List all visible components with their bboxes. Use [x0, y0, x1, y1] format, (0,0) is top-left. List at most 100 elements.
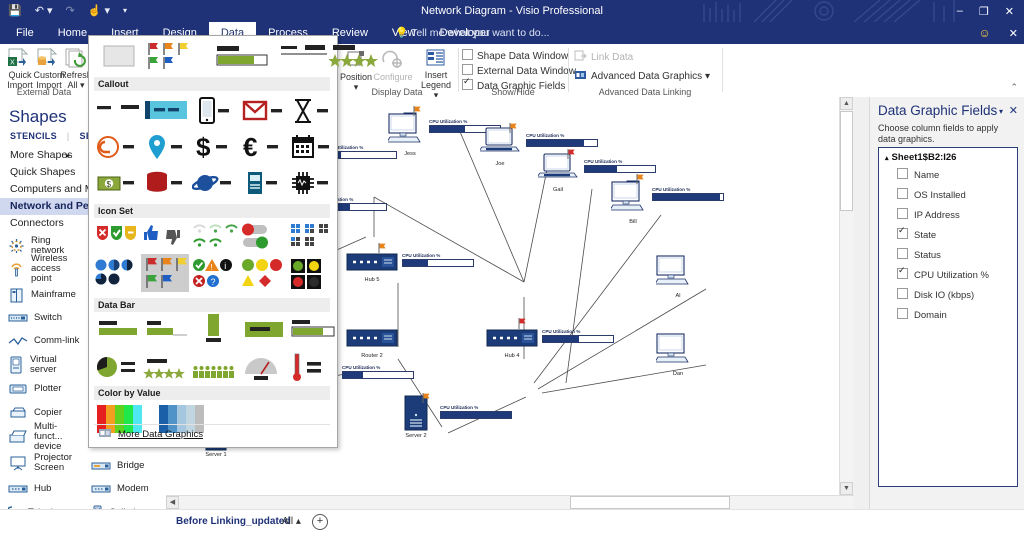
node-gail[interactable]: Gail CPU Utilization % — [538, 153, 584, 188]
gallery-item-callout-internet[interactable] — [192, 168, 236, 200]
gallery-item-icon-set-thumbs[interactable] — [143, 222, 187, 254]
gallery-item-icon-set-check-warning[interactable]: ! i ? — [192, 258, 236, 290]
shape-projector-screen[interactable]: Projector Screen — [0, 451, 83, 475]
more-data-graphics-button[interactable]: More Data Graphics — [94, 427, 330, 443]
gallery-item-data-bar-thermometer[interactable] — [289, 352, 333, 384]
gallery-item-data-bar-gauge[interactable] — [241, 352, 285, 384]
field-ip-address[interactable]: IP Address — [897, 208, 960, 221]
gallery-item-icon-set-wifi[interactable] — [192, 222, 236, 254]
gallery-item-icon-set-harvey-balls[interactable] — [95, 258, 139, 290]
checkbox-box[interactable] — [897, 268, 908, 279]
gallery-item-callout-phone-ring[interactable] — [95, 132, 139, 164]
canvas-vertical-scrollbar[interactable]: ▲ ▼ — [839, 97, 854, 495]
link-data-button[interactable]: Link Data — [574, 50, 633, 63]
scroll-left-button[interactable]: ◀ — [166, 496, 179, 509]
gallery-item-data-bar-progress[interactable] — [213, 40, 257, 72]
shape-comm-link[interactable]: Comm-link — [0, 329, 83, 353]
advanced-data-graphics-button[interactable]: Advanced Data Graphics ▾ — [574, 69, 710, 82]
gallery-item-callout-banner[interactable] — [143, 96, 187, 128]
horizontal-scroll-thumb[interactable] — [570, 496, 730, 509]
close-button[interactable]: ✕ — [1005, 5, 1014, 18]
checkbox-box[interactable] — [897, 308, 908, 319]
gallery-item-callout-email[interactable] — [241, 96, 285, 128]
ribbon-right-controls[interactable]: ☺ ✕ — [979, 22, 1018, 44]
tell-me-search[interactable]: 💡Tell me what you want to do... — [395, 22, 549, 44]
checkbox-box[interactable] — [897, 228, 908, 239]
gallery-item-data-bar-line[interactable] — [143, 316, 187, 348]
gallery-item-data-bar-people[interactable] — [192, 352, 236, 384]
node-hub-5[interactable]: Hub 5 CPU Utilization % — [346, 251, 400, 276]
feedback-smiley-icon[interactable]: ☺ — [979, 26, 991, 40]
node-joe[interactable]: Joe CPU Utilization % — [480, 127, 526, 162]
node-dan[interactable]: Dan — [656, 331, 702, 370]
shape-virtual-server[interactable]: Virtual server — [0, 353, 83, 377]
checkbox-box[interactable] — [897, 248, 908, 259]
gallery-item-callout-database[interactable] — [143, 168, 187, 200]
shape-wireless-access-point[interactable]: Wireless access point — [0, 257, 83, 281]
shape-bridge[interactable]: Bridge — [83, 454, 166, 478]
shape-modem[interactable]: Modem — [83, 477, 166, 501]
gallery-item-callout-dollar[interactable]: $ — [192, 132, 236, 164]
field-domain[interactable]: Domain — [897, 308, 947, 321]
shape-plotter[interactable]: Plotter — [0, 377, 83, 401]
field-name[interactable]: Name — [897, 168, 939, 181]
gallery-item-callout-money[interactable]: $ — [95, 168, 139, 200]
gallery-item-icon-set-shields[interactable] — [95, 222, 139, 254]
pane-close-button[interactable]: ✕ — [1009, 104, 1018, 117]
gallery-item-data-bar-vertical[interactable] — [192, 312, 236, 344]
checkbox-box[interactable] — [897, 168, 908, 179]
node-hub-4[interactable]: Hub 4 CPU Utilization % — [486, 327, 540, 352]
expand-triangle-icon[interactable]: ▴ — [885, 155, 889, 162]
tab-file[interactable]: File — [4, 22, 46, 44]
gallery-item-callout-phone[interactable] — [192, 96, 236, 128]
stencils-tab[interactable]: STENCILS — [10, 131, 57, 141]
gallery-item-callout-cpu[interactable] — [289, 168, 333, 200]
field-state[interactable]: State — [897, 228, 936, 241]
gallery-item-data-bar-progress2[interactable] — [289, 316, 333, 348]
checkbox-shape-data-window[interactable]: Shape Data Window — [462, 49, 568, 62]
checkbox-external-data-window[interactable]: External Data Window — [462, 64, 576, 77]
gallery-item-flags[interactable] — [145, 40, 189, 72]
window-controls[interactable]: – ❐ ✕ — [957, 0, 1020, 22]
gallery-item-callout-server[interactable] — [241, 168, 285, 200]
field-disk-io[interactable]: Disk IO (kbps) — [897, 288, 974, 301]
gallery-item-icon-set-blocks[interactable] — [289, 222, 333, 254]
gallery-item-no-data-graphic[interactable] — [97, 40, 141, 72]
checkbox-box[interactable] — [897, 288, 908, 299]
pane-menu-caret-icon[interactable]: ▾ — [999, 107, 1003, 116]
checkbox-box[interactable] — [897, 188, 908, 199]
checkbox-box[interactable] — [897, 208, 908, 219]
gallery-item-data-bar-pie[interactable] — [95, 352, 139, 384]
node-server-2[interactable]: Server 2 CPU Utilization % — [402, 395, 430, 436]
gallery-item-icon-set-traffic-lights-boxed[interactable] — [289, 258, 333, 290]
minimize-button[interactable]: – — [957, 5, 963, 17]
gallery-item-text-callouts[interactable] — [279, 40, 323, 72]
field-os-installed[interactable]: OS Installed — [897, 188, 966, 201]
gallery-item-callout-calendar[interactable] — [289, 132, 333, 164]
gallery-item-data-bar-block[interactable] — [241, 316, 285, 348]
checkbox-box[interactable] — [462, 64, 473, 75]
node-al[interactable]: Al — [656, 253, 702, 292]
node-jess[interactable]: Jess CPU Utilization % — [388, 111, 434, 150]
page-tab[interactable]: Before Linking_updated — [176, 516, 290, 527]
field-cpu-utilization[interactable]: CPU Utilization % — [897, 268, 989, 281]
gallery-item-icon-set-traffic-shapes[interactable] — [241, 258, 285, 290]
fields-root-node[interactable]: ▴Sheet1$B2:I26 — [885, 152, 956, 163]
field-status[interactable]: Status — [897, 248, 941, 261]
vertical-scroll-thumb[interactable] — [840, 111, 853, 211]
canvas-horizontal-scrollbar[interactable]: ◀ — [166, 495, 854, 509]
gallery-item-star-rating[interactable] — [329, 40, 373, 72]
close-document-button[interactable]: ✕ — [1009, 27, 1018, 40]
shape-mainframe[interactable]: Mainframe — [0, 283, 83, 307]
collapse-ribbon-button[interactable]: ⌃ — [1010, 82, 1018, 93]
gallery-item-callout-text[interactable] — [95, 96, 139, 128]
scroll-up-button[interactable]: ▲ — [840, 97, 853, 110]
shape-switch[interactable]: Switch — [0, 306, 83, 330]
scroll-down-button[interactable]: ▼ — [840, 482, 853, 495]
node-router-2[interactable]: Router 2 — [346, 327, 400, 352]
shape-hub[interactable]: Hub — [0, 477, 83, 501]
gallery-item-icon-set-flags-selected[interactable] — [141, 254, 189, 292]
data-graphics-gallery[interactable]: Callout $ € $ — [88, 35, 338, 448]
gallery-item-data-bar-simple[interactable] — [95, 316, 139, 348]
node-bill[interactable]: Bill CPU Utilization % — [611, 179, 657, 218]
